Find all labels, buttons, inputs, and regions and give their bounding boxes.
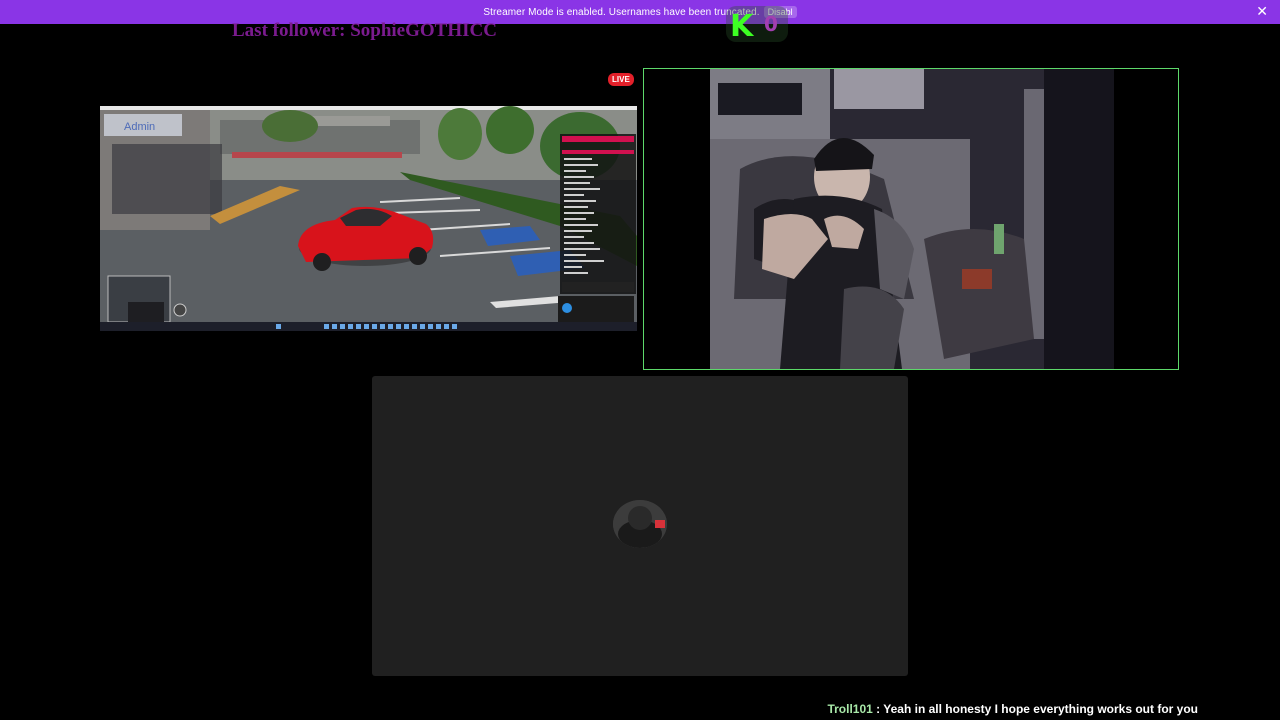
close-icon[interactable]: ✕ [1256,4,1268,18]
last-follower-label: Last follower: SophieGOTHICC [232,20,497,41]
game-capture: Admin [100,106,637,331]
streamer-mode-banner: Streamer Mode is enabled. Usernames have… [0,0,1280,24]
streamer-mode-text: Streamer Mode is enabled. Usernames have… [483,6,760,18]
participant-avatar [613,500,667,548]
chat-message-text: Yeah in all honesty I hope everything wo… [883,702,1198,716]
chat-message: Troll101 : Yeah in all honesty I hope ev… [827,702,1198,716]
live-badge: LIVE [608,73,634,86]
webcam-feed [643,68,1179,370]
game-scene-image: Admin [100,106,637,331]
avatar-image [613,500,667,548]
kick-count: 0 [764,12,778,36]
call-participant-tile [372,376,908,676]
kick-logo: K 0 [726,6,788,44]
game-admin-label: Admin [124,121,155,133]
webcam-image [644,69,1178,369]
chat-username[interactable]: Troll101 [827,702,872,716]
chat-separator: : [872,702,884,716]
kick-letter: K [730,9,754,44]
